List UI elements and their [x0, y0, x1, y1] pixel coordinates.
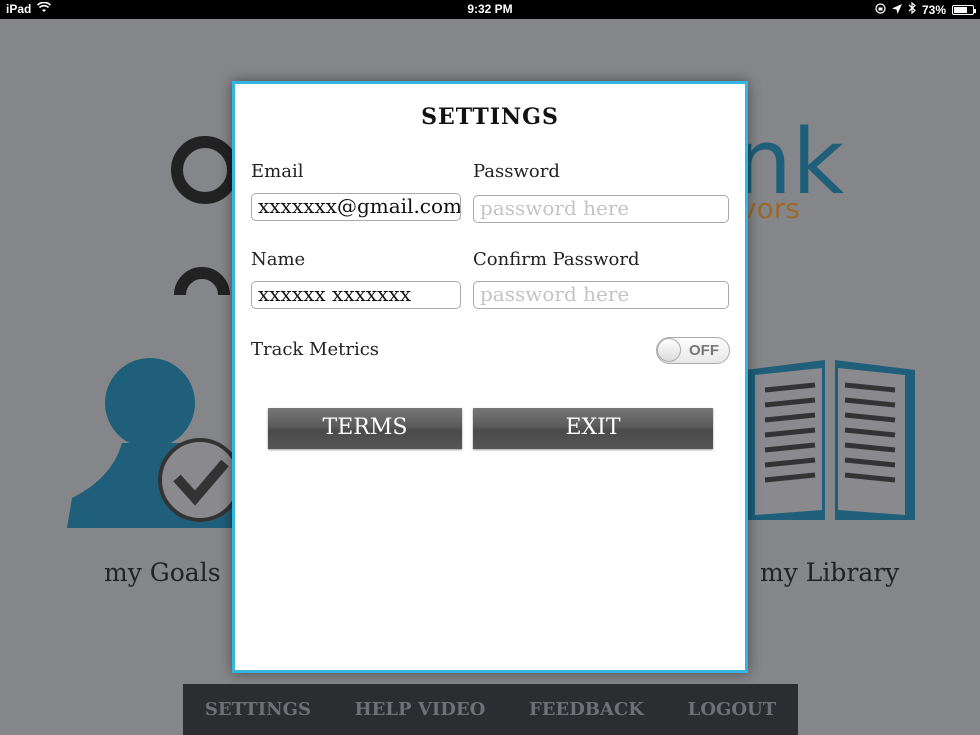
- email-label: Email: [251, 161, 304, 182]
- name-field[interactable]: xxxxxx xxxxxxx: [251, 281, 461, 309]
- track-metrics-toggle[interactable]: OFF: [656, 337, 730, 364]
- battery-fill: [954, 6, 968, 13]
- logo-subtext: vors: [740, 192, 800, 225]
- exit-button[interactable]: EXIT: [473, 408, 713, 449]
- confirm-password-field[interactable]: password here: [473, 281, 729, 309]
- terms-button[interactable]: TERMS: [268, 408, 462, 449]
- battery-icon: [952, 4, 976, 15]
- toggle-state: OFF: [689, 342, 719, 359]
- clock: 9:32 PM: [467, 2, 513, 16]
- nav-logout[interactable]: LOGOUT: [688, 699, 776, 720]
- nav-feedback[interactable]: FEEDBACK: [529, 699, 644, 720]
- confirm-password-label: Confirm Password: [473, 249, 640, 270]
- book-icon: [745, 360, 915, 520]
- password-field[interactable]: password here: [473, 195, 729, 223]
- user-goal-icon: [67, 358, 242, 528]
- battery-percent: 73%: [921, 2, 946, 17]
- track-metrics-label: Track Metrics: [251, 339, 380, 360]
- orientation-lock-icon: [875, 2, 886, 17]
- name-label: Name: [251, 249, 306, 270]
- goals-label: my Goals: [104, 558, 221, 587]
- nav-help-video[interactable]: HELP VIDEO: [355, 699, 486, 720]
- status-bar: iPad 9:32 PM 73%: [0, 0, 980, 19]
- bottom-nav: SETTINGS HELP VIDEO FEEDBACK LOGOUT: [183, 684, 798, 735]
- email-field[interactable]: xxxxxxx@gmail.com: [251, 193, 461, 221]
- bluetooth-icon: [908, 1, 916, 17]
- settings-dialog: SETTINGS Email xxxxxxx@gmail.com Passwor…: [232, 81, 748, 673]
- location-icon: [891, 3, 902, 17]
- toggle-knob: [657, 338, 681, 362]
- dialog-title: SETTINGS: [421, 104, 559, 130]
- nav-settings[interactable]: SETTINGS: [205, 699, 311, 720]
- password-label: Password: [473, 161, 560, 182]
- library-label: my Library: [760, 558, 900, 587]
